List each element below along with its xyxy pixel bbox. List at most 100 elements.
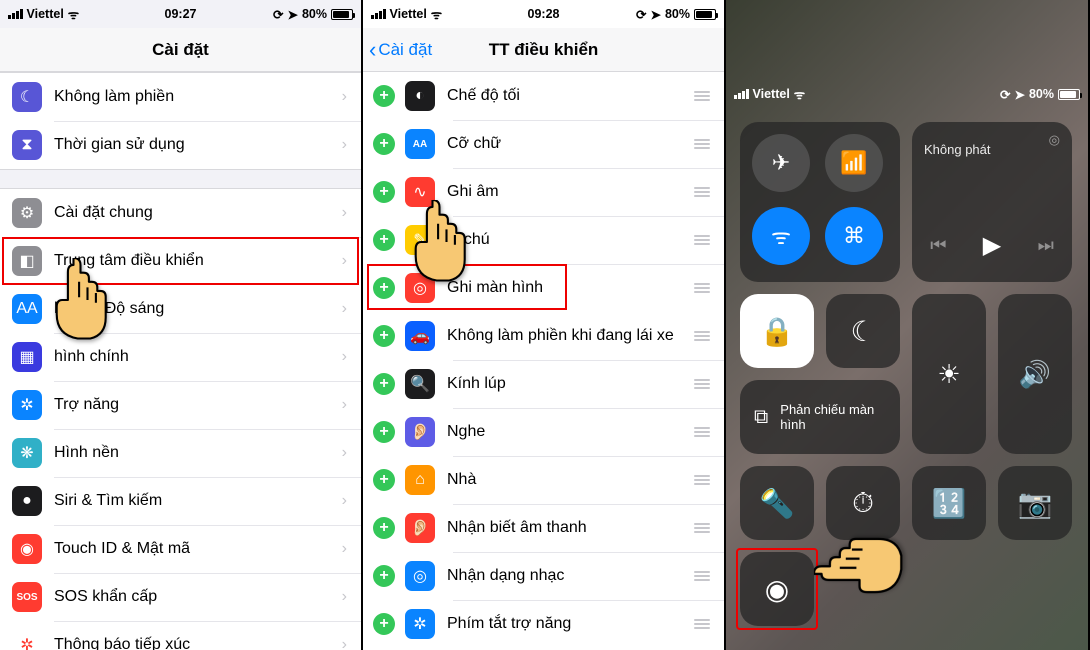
settings-row[interactable]: ✲Thông báo tiếp xúc› <box>0 621 361 650</box>
reorder-handle-icon[interactable] <box>694 187 710 197</box>
settings-row[interactable]: ◉Touch ID & Mật mã› <box>0 525 361 573</box>
settings-panel: Viettel ᯤ 09:27 ⟳➤80% Cài đặt ☾Không làm… <box>0 0 363 650</box>
add-button[interactable]: + <box>373 181 395 203</box>
row-label: Hình nền <box>54 444 342 462</box>
control-item-row[interactable]: +⌂Nhà <box>363 456 724 504</box>
row-label: Thông báo tiếp xúc <box>54 636 342 650</box>
prev-icon[interactable]: ⏮ <box>930 235 946 256</box>
add-button[interactable]: + <box>373 229 395 251</box>
settings-row[interactable]: ☾Không làm phiền› <box>0 73 361 121</box>
reorder-handle-icon[interactable] <box>694 235 710 245</box>
row-icon: ✲ <box>405 609 435 639</box>
wifi-icon: ᯤ <box>68 6 79 23</box>
wifi-toggle[interactable]: ᯤ <box>752 207 810 265</box>
signal-bars-icon <box>371 9 386 19</box>
control-item-row[interactable]: +🔍Kính lúp <box>363 360 724 408</box>
row-label: Siri & Tìm kiếm <box>54 492 342 510</box>
reorder-handle-icon[interactable] <box>694 571 710 581</box>
control-item-row[interactable]: +◎Ghi màn hình <box>363 264 724 312</box>
row-icon: ⚙ <box>12 198 42 228</box>
row-label: SOS khẩn cấp <box>54 588 342 606</box>
add-button[interactable]: + <box>373 469 395 491</box>
reorder-handle-icon[interactable] <box>694 619 710 629</box>
brightness-slider[interactable]: ☀ <box>912 294 986 454</box>
location-icon: ➤ <box>287 7 297 22</box>
battery-icon <box>331 9 353 20</box>
chevron-right-icon: › <box>342 540 347 558</box>
cellular-toggle[interactable]: 📶 <box>825 134 883 192</box>
reorder-handle-icon[interactable] <box>694 331 710 341</box>
play-icon[interactable]: ▶ <box>983 231 1001 260</box>
chevron-right-icon: › <box>342 588 347 606</box>
settings-row[interactable]: ⧗Thời gian sử dụng› <box>0 121 361 169</box>
control-item-row[interactable]: +∿Ghi âm <box>363 168 724 216</box>
airplane-toggle[interactable]: ✈ <box>752 134 810 192</box>
control-item-row[interactable]: +◐Chế độ tối <box>363 72 724 120</box>
settings-row[interactable]: ●Siri & Tìm kiếm› <box>0 477 361 525</box>
airplay-icon: ◎ <box>1049 132 1060 148</box>
row-label: Không làm phiền khi đang lái xe <box>447 327 694 345</box>
add-button[interactable]: + <box>373 277 395 299</box>
row-label: Cài đặt chung <box>54 204 342 222</box>
control-item-row[interactable]: +◎Nhận dạng nhạc <box>363 552 724 600</box>
add-button[interactable]: + <box>373 421 395 443</box>
reorder-handle-icon[interactable] <box>694 475 710 485</box>
row-icon: AA <box>12 294 42 324</box>
signal-bars-icon <box>734 89 749 99</box>
bluetooth-toggle[interactable]: ⌘ <box>825 207 883 265</box>
reorder-handle-icon[interactable] <box>694 379 710 389</box>
camera-button[interactable]: 📷 <box>998 466 1072 540</box>
flashlight-button[interactable]: 🔦 <box>740 466 814 540</box>
settings-row[interactable]: ◧Trung tâm điều khiển› <box>0 237 361 285</box>
row-label: Touch ID & Mật mã <box>54 540 342 558</box>
add-button[interactable]: + <box>373 517 395 539</box>
settings-row[interactable]: SOSSOS khẩn cấp› <box>0 573 361 621</box>
battery-percent: 80% <box>302 7 327 21</box>
back-button[interactable]: ‹Cài đặt <box>369 37 432 63</box>
control-item-row[interactable]: +AACỡ chữ <box>363 120 724 168</box>
add-button[interactable]: + <box>373 85 395 107</box>
nav-bar: ‹Cài đặt TT điều khiển <box>363 28 724 72</box>
orientation-lock-button[interactable]: 🔒 <box>740 294 814 368</box>
add-button[interactable]: + <box>373 565 395 587</box>
timer-button[interactable]: ⏱ <box>826 466 900 540</box>
carrier-label: Viettel <box>753 87 790 101</box>
screen-record-button[interactable]: ◉ <box>740 552 814 626</box>
row-label: Chế độ tối <box>447 87 694 105</box>
control-item-row[interactable]: +🚗Không làm phiền khi đang lái xe <box>363 312 724 360</box>
add-button[interactable]: + <box>373 325 395 347</box>
row-icon: ❋ <box>12 438 42 468</box>
media-tile[interactable]: ◎ Không phát ⏮▶⏭ <box>912 122 1072 282</box>
reorder-handle-icon[interactable] <box>694 283 710 293</box>
add-button[interactable]: + <box>373 373 395 395</box>
settings-row[interactable]: ▦hình chính› <box>0 333 361 381</box>
add-button[interactable]: + <box>373 613 395 635</box>
volume-slider[interactable]: 🔊 <box>998 294 1072 454</box>
control-item-row[interactable]: +👂🏻Nghe <box>363 408 724 456</box>
battery-icon <box>694 9 716 20</box>
calculator-button[interactable]: 🔢 <box>912 466 986 540</box>
reorder-handle-icon[interactable] <box>694 523 710 533</box>
control-item-row[interactable]: +✎hi chú <box>363 216 724 264</box>
next-icon[interactable]: ⏭ <box>1038 235 1054 256</box>
control-item-row[interactable]: +👂🏻Nhận biết âm thanh <box>363 504 724 552</box>
row-label: hình chính <box>54 348 342 366</box>
screen-mirroring-button[interactable]: ⧉ Phản chiếu màn hình <box>740 380 900 454</box>
do-not-disturb-button[interactable]: ☾ <box>826 294 900 368</box>
row-label: Phím tắt trợ năng <box>447 615 694 633</box>
status-bar: Viettel ᯤ 09:28 ⟳➤80% <box>363 0 724 28</box>
add-button[interactable]: + <box>373 133 395 155</box>
row-label: Nhà <box>447 471 694 489</box>
row-label: hi chú <box>447 231 694 249</box>
settings-row[interactable]: ❋Hình nền› <box>0 429 361 477</box>
row-icon: ▦ <box>12 342 42 372</box>
settings-row[interactable]: ⚙Cài đặt chung› <box>0 189 361 237</box>
connectivity-tile[interactable]: ✈ 📶 ᯤ ⌘ <box>740 122 900 282</box>
settings-row[interactable]: ✲Trợ năng› <box>0 381 361 429</box>
reorder-handle-icon[interactable] <box>694 91 710 101</box>
control-item-row[interactable]: + ✲ Phím tắt trợ năng <box>363 600 724 648</box>
settings-row[interactable]: AAhình & Độ sáng› <box>0 285 361 333</box>
reorder-handle-icon[interactable] <box>694 427 710 437</box>
page-title: Cài đặt <box>152 40 209 60</box>
reorder-handle-icon[interactable] <box>694 139 710 149</box>
